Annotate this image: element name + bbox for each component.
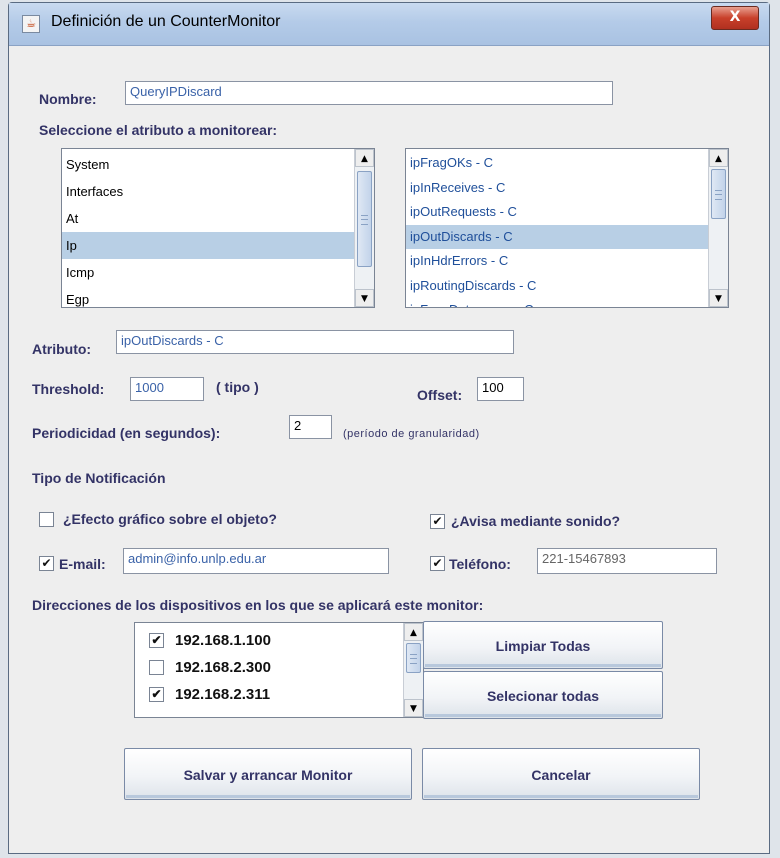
attribute-list[interactable]: ipFragOKs - CipInReceives - CipOutReques… bbox=[405, 148, 729, 308]
attribute-list-item[interactable]: ipFragOKs - C bbox=[406, 151, 708, 176]
device-ip-label: 192.168.1.100 bbox=[175, 632, 271, 649]
periodicidad-field[interactable]: 2 bbox=[289, 415, 332, 439]
scroll-up-arrow-icon[interactable]: ▲ bbox=[404, 623, 423, 641]
attribute-list-item[interactable]: ipForwDatagrams - C bbox=[406, 298, 708, 307]
scroll-down-arrow-icon[interactable]: ▼ bbox=[355, 289, 374, 307]
efecto-checkbox[interactable] bbox=[39, 512, 54, 527]
device-list-item[interactable]: ✔ 192.168.1.100 bbox=[135, 627, 403, 654]
threshold-field[interactable]: 1000 bbox=[130, 377, 204, 401]
device-ip-label: 192.168.2.300 bbox=[175, 659, 271, 676]
group-list-item[interactable]: Interfaces bbox=[62, 178, 354, 205]
scroll-up-arrow-icon[interactable]: ▲ bbox=[355, 149, 374, 167]
group-list-item[interactable]: At bbox=[62, 205, 354, 232]
title-bar[interactable]: ☕ Definición de un CounterMonitor X bbox=[9, 3, 769, 46]
attribute-list-scrollbar[interactable]: ▲ ▼ bbox=[708, 149, 728, 307]
group-list-item[interactable]: Egp bbox=[62, 286, 354, 307]
efecto-label[interactable]: ¿Efecto gráfico sobre el objeto? bbox=[63, 511, 277, 527]
group-list-scrollbar[interactable]: ▲ ▼ bbox=[354, 149, 374, 307]
offset-label: Offset: bbox=[417, 387, 463, 403]
close-button[interactable]: X bbox=[711, 6, 759, 30]
device-list[interactable]: ✔ 192.168.1.100 192.168.2.300 ✔ 192.168.2.31… bbox=[134, 622, 424, 718]
attribute-list-item[interactable]: ipRoutingDiscards - C bbox=[406, 274, 708, 299]
attribute-list-item[interactable]: ipOutDiscards - C bbox=[406, 224, 708, 249]
attribute-list-item[interactable]: ipInReceives - C bbox=[406, 176, 708, 201]
scroll-thumb[interactable] bbox=[406, 643, 421, 673]
device-checkbox[interactable]: ✔ bbox=[149, 633, 164, 648]
periodicidad-label: Periodicidad (en segundos): bbox=[32, 425, 221, 441]
device-checkbox[interactable] bbox=[149, 660, 164, 675]
group-list-item[interactable]: System bbox=[62, 151, 354, 178]
telefono-field[interactable]: 221-15467893 bbox=[537, 548, 717, 574]
seleccionar-todas-button[interactable]: Selecionar todas bbox=[423, 671, 663, 719]
dialog-content: Nombre: QueryIPDiscard Seleccione el atr… bbox=[9, 46, 769, 853]
tipo-label: ( tipo ) bbox=[216, 379, 259, 395]
sonido-checkbox[interactable]: ✔ bbox=[430, 514, 445, 529]
direcciones-label: Direcciones de los dispositivos en los q… bbox=[32, 597, 484, 613]
telefono-label[interactable]: Teléfono: bbox=[449, 556, 511, 572]
window-title: Definición de un CounterMonitor bbox=[51, 13, 281, 30]
scroll-up-arrow-icon[interactable]: ▲ bbox=[709, 149, 728, 167]
offset-field[interactable]: 100 bbox=[477, 377, 524, 401]
scroll-down-arrow-icon[interactable]: ▼ bbox=[709, 289, 728, 307]
java-icon: ☕ bbox=[22, 15, 40, 33]
threshold-label: Threshold: bbox=[32, 381, 105, 397]
device-checkbox[interactable]: ✔ bbox=[149, 687, 164, 702]
attribute-list-item[interactable]: ipInHdrErrors - C bbox=[406, 249, 708, 274]
attribute-list-item[interactable]: ipOutRequests - C bbox=[406, 200, 708, 225]
sonido-label[interactable]: ¿Avisa mediante sonido? bbox=[451, 513, 620, 529]
salvar-arrancar-button[interactable]: Salvar y arrancar Monitor bbox=[124, 748, 412, 800]
atributo-field[interactable]: ipOutDiscards - C bbox=[116, 330, 514, 354]
group-list[interactable]: System Interfaces At Ip Icmp Egp ▲ ▼ bbox=[61, 148, 375, 308]
limpiar-todas-button[interactable]: Limpiar Todas bbox=[423, 621, 663, 669]
scroll-thumb[interactable] bbox=[711, 169, 726, 219]
atributo-label: Atributo: bbox=[32, 341, 92, 357]
seleccione-label: Seleccione el atributo a monitorear: bbox=[39, 122, 278, 138]
dialog-window: ☕ Definición de un CounterMonitor X Nomb… bbox=[8, 2, 770, 854]
device-list-scrollbar[interactable]: ▲ ▼ bbox=[403, 623, 423, 717]
device-ip-label: 192.168.2.311 bbox=[175, 686, 271, 703]
device-list-item[interactable]: ✔ 192.168.2.311 bbox=[135, 681, 403, 708]
nombre-field[interactable]: QueryIPDiscard bbox=[125, 81, 613, 105]
email-label[interactable]: E-mail: bbox=[59, 556, 106, 572]
nombre-label: Nombre: bbox=[39, 91, 97, 107]
email-field[interactable]: admin@info.unlp.edu.ar bbox=[123, 548, 389, 574]
cancelar-button[interactable]: Cancelar bbox=[422, 748, 700, 800]
scroll-down-arrow-icon[interactable]: ▼ bbox=[404, 699, 423, 717]
tipo-notificacion-label: Tipo de Notificación bbox=[32, 470, 166, 486]
group-list-item[interactable]: Icmp bbox=[62, 259, 354, 286]
granularidad-note: (período de granularidad) bbox=[343, 428, 480, 440]
scroll-thumb[interactable] bbox=[357, 171, 372, 267]
telefono-checkbox[interactable]: ✔ bbox=[430, 556, 445, 571]
email-checkbox[interactable]: ✔ bbox=[39, 556, 54, 571]
group-list-item[interactable]: Ip bbox=[62, 232, 354, 259]
device-list-item[interactable]: 192.168.2.300 bbox=[135, 654, 403, 681]
